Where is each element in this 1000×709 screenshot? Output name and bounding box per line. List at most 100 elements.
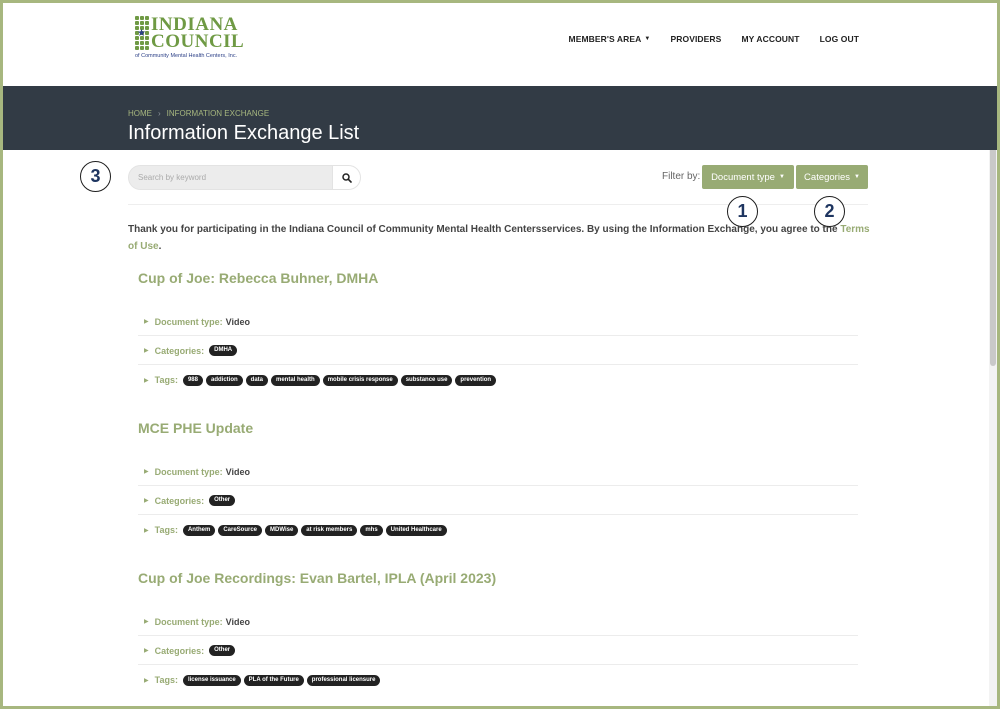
categories-dropdown[interactable]: Categories ▼ <box>796 165 868 189</box>
tags-label: Tags: <box>154 375 178 385</box>
item-title[interactable]: Cup of Joe Recordings: Evan Bartel, IPLA… <box>138 570 858 590</box>
tag-badge[interactable]: substance use <box>400 374 453 386</box>
caret-down-icon: ▼ <box>778 174 785 180</box>
tag-badge[interactable]: license issuance <box>182 674 241 686</box>
callout-marker-2: 2 <box>814 196 845 227</box>
main-nav: MEMBER'S AREA ▼ PROVIDERS MY ACCOUNT LOG… <box>569 34 859 44</box>
tag-badge[interactable]: Anthem <box>182 524 216 536</box>
triangle-right-icon: ▶ <box>144 677 149 684</box>
document-type-label: Document type: <box>154 466 223 477</box>
tags-label: Tags: <box>154 525 178 535</box>
document-type-row[interactable]: ▶ Document type: Video <box>138 308 858 336</box>
tag-badge[interactable]: PLA of the Future <box>243 674 304 686</box>
nav-my-account[interactable]: MY ACCOUNT <box>741 34 799 44</box>
tags-label: Tags: <box>154 675 178 685</box>
category-badge[interactable]: Other <box>209 495 236 506</box>
nav-providers-label: PROVIDERS <box>670 34 722 44</box>
search-icon <box>341 172 352 183</box>
document-type-row[interactable]: ▶ Document type: Video <box>138 458 858 486</box>
divider <box>128 204 868 205</box>
star-icon: ★ <box>137 28 146 39</box>
categories-row[interactable]: ▶ Categories: Other <box>138 637 858 665</box>
page-title: Information Exchange List <box>128 122 360 144</box>
nav-log-out-label: LOG OUT <box>819 34 859 44</box>
category-badges: Other <box>209 495 236 506</box>
categories-label: Categories: <box>154 345 205 356</box>
tag-badges: license issuance PLA of the Future profe… <box>182 674 381 686</box>
breadcrumb-home[interactable]: HOME <box>128 109 152 118</box>
tags-row[interactable]: ▶ Tags: 988 addiction data mental health… <box>138 366 858 394</box>
filter-label: Filter by: <box>662 171 701 182</box>
categories-dropdown-label: Categories <box>804 171 850 183</box>
triangle-right-icon: ▶ <box>144 469 149 475</box>
categories-label: Categories: <box>154 645 205 656</box>
triangle-right-icon: ▶ <box>144 648 149 654</box>
caret-down-icon: ▼ <box>854 174 860 180</box>
intro-body: Thank you for participating in the India… <box>128 224 841 235</box>
triangle-right-icon: ▶ <box>144 377 149 384</box>
list-item: Cup of Joe: Rebecca Buhner, DMHA ▶ Docum… <box>138 270 858 386</box>
category-badge[interactable]: DMHA <box>209 345 238 356</box>
tag-badge[interactable]: mhs <box>360 524 383 536</box>
callout-marker-3: 3 <box>80 161 111 192</box>
callout-marker-1: 1 <box>727 196 758 227</box>
category-badges: Other <box>209 645 236 656</box>
document-type-label: Document type: <box>154 616 223 627</box>
tag-badge[interactable]: professional licensure <box>306 674 381 686</box>
tag-badge[interactable]: prevention <box>455 374 497 386</box>
site-logo[interactable]: ★ INDIANA COUNCIL of Community Mental He… <box>135 15 265 62</box>
document-type-dropdown-label: Document type <box>711 171 775 183</box>
tag-badges: 988 addiction data mental health mobile … <box>182 374 497 386</box>
document-type-label: Document type: <box>154 316 223 327</box>
document-type-dropdown[interactable]: Document type ▼ <box>702 165 794 189</box>
intro-text: Thank you for participating in the India… <box>128 221 870 255</box>
nav-members-area[interactable]: MEMBER'S AREA ▼ <box>569 34 651 44</box>
chevron-down-icon: ▼ <box>644 36 651 42</box>
category-badge[interactable]: Other <box>209 645 236 656</box>
item-title[interactable]: Cup of Joe: Rebecca Buhner, DMHA <box>138 270 858 290</box>
categories-row[interactable]: ▶ Categories: Other <box>138 487 858 515</box>
item-title[interactable]: MCE PHE Update <box>138 420 858 440</box>
nav-members-area-label: MEMBER'S AREA <box>568 34 642 44</box>
logo-word-council: COUNCIL <box>151 31 245 52</box>
categories-row[interactable]: ▶ Categories: DMHA <box>138 337 858 365</box>
intro-end: . <box>158 241 162 252</box>
nav-my-account-label: MY ACCOUNT <box>741 34 800 44</box>
tag-badge[interactable]: mental health <box>271 374 320 386</box>
triangle-right-icon: ▶ <box>144 319 149 325</box>
tags-row[interactable]: ▶ Tags: Anthem CareSource MDWise at risk… <box>138 516 858 544</box>
triangle-right-icon: ▶ <box>144 619 149 625</box>
triangle-right-icon: ▶ <box>144 498 149 504</box>
tag-badge[interactable]: United Healthcare <box>385 524 447 536</box>
tag-badge[interactable]: at risk members <box>301 524 358 536</box>
tag-badge[interactable]: addiction <box>205 374 243 386</box>
nav-log-out[interactable]: LOG OUT <box>820 34 859 44</box>
search-input[interactable] <box>129 166 334 189</box>
tag-badge[interactable]: 988 <box>182 374 203 386</box>
category-badges: DMHA <box>209 345 238 356</box>
breadcrumb: HOME › INFORMATION EXCHANGE <box>128 109 269 118</box>
tag-badge[interactable]: MDWise <box>265 524 299 536</box>
nav-providers[interactable]: PROVIDERS <box>670 34 721 44</box>
tag-badge[interactable]: mobile crisis response <box>322 374 398 386</box>
site-header: ★ INDIANA COUNCIL of Community Mental He… <box>3 3 997 86</box>
triangle-right-icon: ▶ <box>144 527 149 534</box>
tag-badge[interactable]: data <box>245 374 268 386</box>
list-item: Cup of Joe Recordings: Evan Bartel, IPLA… <box>138 570 858 686</box>
document-type-value: Video <box>225 466 250 477</box>
tag-badges: Anthem CareSource MDWise at risk members… <box>182 524 447 536</box>
tag-badge[interactable]: CareSource <box>218 524 262 536</box>
breadcrumb-separator: › <box>158 109 161 118</box>
search-box <box>128 165 361 190</box>
tags-row[interactable]: ▶ Tags: license issuance PLA of the Futu… <box>138 666 858 694</box>
document-type-row[interactable]: ▶ Document type: Video <box>138 608 858 636</box>
breadcrumb-current[interactable]: INFORMATION EXCHANGE <box>167 109 270 118</box>
document-type-value: Video <box>225 316 250 327</box>
triangle-right-icon: ▶ <box>144 348 149 354</box>
document-type-value: Video <box>225 616 250 627</box>
categories-label: Categories: <box>154 495 205 506</box>
search-button[interactable] <box>332 166 360 189</box>
list-item: MCE PHE Update ▶ Document type: Video ▶ … <box>138 420 858 536</box>
logo-tagline: of Community Mental Health Centers, Inc. <box>135 53 238 59</box>
page-header-band: HOME › INFORMATION EXCHANGE Information … <box>3 86 997 150</box>
